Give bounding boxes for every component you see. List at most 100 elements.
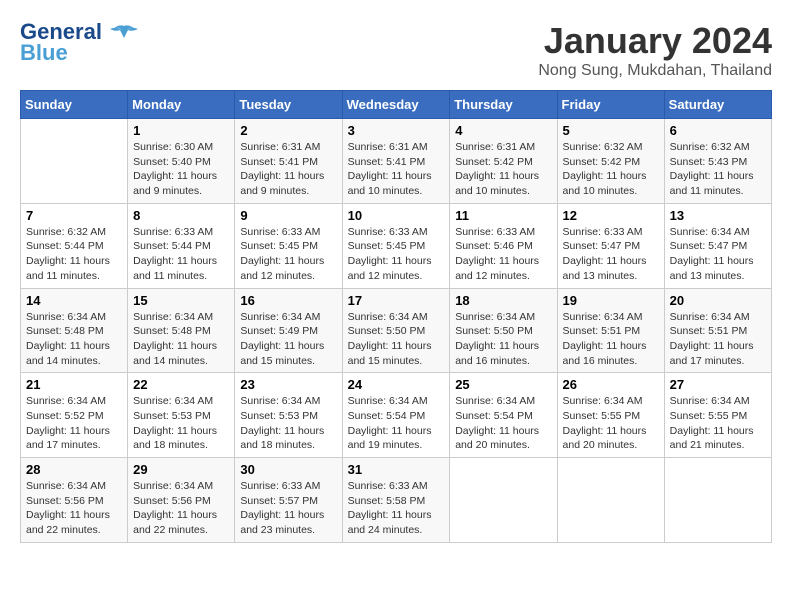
day-info: Sunrise: 6:33 AM Sunset: 5:46 PM Dayligh…	[455, 225, 551, 284]
calendar-cell: 12 Sunrise: 6:33 AM Sunset: 5:47 PM Dayli…	[557, 203, 664, 288]
calendar-cell: 5 Sunrise: 6:32 AM Sunset: 5:42 PM Daylig…	[557, 119, 664, 204]
day-number: 19	[563, 293, 659, 308]
calendar-cell: 2 Sunrise: 6:31 AM Sunset: 5:41 PM Daylig…	[235, 119, 342, 204]
calendar-cell: 4 Sunrise: 6:31 AM Sunset: 5:42 PM Daylig…	[450, 119, 557, 204]
page-header: General Blue January 2024 Nong Sung, Muk…	[20, 20, 772, 80]
calendar-cell: 19 Sunrise: 6:34 AM Sunset: 5:51 PM Dayli…	[557, 288, 664, 373]
weekday-header-tuesday: Tuesday	[235, 91, 342, 119]
day-number: 11	[455, 208, 551, 223]
day-number: 3	[348, 123, 445, 138]
day-number: 30	[240, 462, 336, 477]
day-number: 1	[133, 123, 229, 138]
day-number: 18	[455, 293, 551, 308]
day-info: Sunrise: 6:34 AM Sunset: 5:49 PM Dayligh…	[240, 310, 336, 369]
day-info: Sunrise: 6:33 AM Sunset: 5:45 PM Dayligh…	[240, 225, 336, 284]
day-info: Sunrise: 6:34 AM Sunset: 5:54 PM Dayligh…	[455, 394, 551, 453]
day-info: Sunrise: 6:30 AM Sunset: 5:40 PM Dayligh…	[133, 140, 229, 199]
calendar-cell: 18 Sunrise: 6:34 AM Sunset: 5:50 PM Dayli…	[450, 288, 557, 373]
day-info: Sunrise: 6:34 AM Sunset: 5:51 PM Dayligh…	[563, 310, 659, 369]
day-info: Sunrise: 6:34 AM Sunset: 5:56 PM Dayligh…	[133, 479, 229, 538]
day-info: Sunrise: 6:32 AM Sunset: 5:42 PM Dayligh…	[563, 140, 659, 199]
day-info: Sunrise: 6:34 AM Sunset: 5:50 PM Dayligh…	[455, 310, 551, 369]
day-number: 2	[240, 123, 336, 138]
calendar-cell: 9 Sunrise: 6:33 AM Sunset: 5:45 PM Daylig…	[235, 203, 342, 288]
day-info: Sunrise: 6:31 AM Sunset: 5:42 PM Dayligh…	[455, 140, 551, 199]
day-info: Sunrise: 6:31 AM Sunset: 5:41 PM Dayligh…	[240, 140, 336, 199]
day-info: Sunrise: 6:34 AM Sunset: 5:56 PM Dayligh…	[26, 479, 122, 538]
calendar-cell: 11 Sunrise: 6:33 AM Sunset: 5:46 PM Dayli…	[450, 203, 557, 288]
logo-bird-icon	[110, 24, 138, 42]
day-info: Sunrise: 6:34 AM Sunset: 5:51 PM Dayligh…	[670, 310, 766, 369]
day-number: 10	[348, 208, 445, 223]
day-info: Sunrise: 6:32 AM Sunset: 5:43 PM Dayligh…	[670, 140, 766, 199]
day-info: Sunrise: 6:34 AM Sunset: 5:52 PM Dayligh…	[26, 394, 122, 453]
day-info: Sunrise: 6:32 AM Sunset: 5:44 PM Dayligh…	[26, 225, 122, 284]
calendar-cell: 29Sunrise: 6:34 AM Sunset: 5:56 PM Dayli…	[128, 458, 235, 543]
calendar-cell: 27Sunrise: 6:34 AM Sunset: 5:55 PM Dayli…	[664, 373, 771, 458]
day-info: Sunrise: 6:34 AM Sunset: 5:55 PM Dayligh…	[563, 394, 659, 453]
calendar-cell: 24Sunrise: 6:34 AM Sunset: 5:54 PM Dayli…	[342, 373, 450, 458]
weekday-header-friday: Friday	[557, 91, 664, 119]
weekday-header-wednesday: Wednesday	[342, 91, 450, 119]
day-number: 7	[26, 208, 122, 223]
day-number: 28	[26, 462, 122, 477]
day-number: 6	[670, 123, 766, 138]
calendar-cell	[557, 458, 664, 543]
calendar-cell: 30 Sunrise: 6:33 AM Sunset: 5:57 PM Dayli…	[235, 458, 342, 543]
day-number: 24	[348, 377, 445, 392]
calendar-cell: 26 Sunrise: 6:34 AM Sunset: 5:55 PM Dayli…	[557, 373, 664, 458]
calendar-cell: 31Sunrise: 6:33 AM Sunset: 5:58 PM Dayli…	[342, 458, 450, 543]
calendar-cell: 6 Sunrise: 6:32 AM Sunset: 5:43 PM Daylig…	[664, 119, 771, 204]
calendar-cell: 21 Sunrise: 6:34 AM Sunset: 5:52 PM Dayli…	[21, 373, 128, 458]
calendar-cell: 25 Sunrise: 6:34 AM Sunset: 5:54 PM Dayli…	[450, 373, 557, 458]
day-info: Sunrise: 6:33 AM Sunset: 5:57 PM Dayligh…	[240, 479, 336, 538]
day-number: 13	[670, 208, 766, 223]
calendar-cell: 7 Sunrise: 6:32 AM Sunset: 5:44 PM Daylig…	[21, 203, 128, 288]
title-block: January 2024 Nong Sung, Mukdahan, Thaila…	[538, 20, 772, 80]
calendar-cell: 10 Sunrise: 6:33 AM Sunset: 5:45 PM Dayli…	[342, 203, 450, 288]
day-number: 14	[26, 293, 122, 308]
day-info: Sunrise: 6:34 AM Sunset: 5:48 PM Dayligh…	[26, 310, 122, 369]
day-number: 20	[670, 293, 766, 308]
month-title: January 2024	[538, 20, 772, 62]
day-info: Sunrise: 6:33 AM Sunset: 5:45 PM Dayligh…	[348, 225, 445, 284]
day-info: Sunrise: 6:34 AM Sunset: 5:48 PM Dayligh…	[133, 310, 229, 369]
calendar-week-1: 1 Sunrise: 6:30 AM Sunset: 5:40 PM Daylig…	[21, 119, 772, 204]
day-number: 9	[240, 208, 336, 223]
calendar-cell: 17Sunrise: 6:34 AM Sunset: 5:50 PM Dayli…	[342, 288, 450, 373]
day-number: 16	[240, 293, 336, 308]
calendar-cell: 23 Sunrise: 6:34 AM Sunset: 5:53 PM Dayli…	[235, 373, 342, 458]
weekday-header-monday: Monday	[128, 91, 235, 119]
calendar-week-5: 28 Sunrise: 6:34 AM Sunset: 5:56 PM Dayli…	[21, 458, 772, 543]
calendar-cell	[21, 119, 128, 204]
day-number: 26	[563, 377, 659, 392]
calendar-cell: 1 Sunrise: 6:30 AM Sunset: 5:40 PM Daylig…	[128, 119, 235, 204]
day-number: 21	[26, 377, 122, 392]
day-number: 23	[240, 377, 336, 392]
weekday-header-saturday: Saturday	[664, 91, 771, 119]
day-number: 4	[455, 123, 551, 138]
logo: General Blue	[20, 20, 138, 66]
calendar-cell: 3Sunrise: 6:31 AM Sunset: 5:41 PM Daylig…	[342, 119, 450, 204]
day-info: Sunrise: 6:34 AM Sunset: 5:50 PM Dayligh…	[348, 310, 445, 369]
day-number: 5	[563, 123, 659, 138]
day-info: Sunrise: 6:34 AM Sunset: 5:53 PM Dayligh…	[133, 394, 229, 453]
calendar-cell: 22 Sunrise: 6:34 AM Sunset: 5:53 PM Dayli…	[128, 373, 235, 458]
day-number: 22	[133, 377, 229, 392]
day-info: Sunrise: 6:33 AM Sunset: 5:47 PM Dayligh…	[563, 225, 659, 284]
day-number: 12	[563, 208, 659, 223]
calendar-cell: 8 Sunrise: 6:33 AM Sunset: 5:44 PM Daylig…	[128, 203, 235, 288]
day-number: 25	[455, 377, 551, 392]
calendar-cell: 16 Sunrise: 6:34 AM Sunset: 5:49 PM Dayli…	[235, 288, 342, 373]
day-info: Sunrise: 6:33 AM Sunset: 5:44 PM Dayligh…	[133, 225, 229, 284]
day-number: 8	[133, 208, 229, 223]
calendar-cell	[664, 458, 771, 543]
calendar-cell: 14 Sunrise: 6:34 AM Sunset: 5:48 PM Dayli…	[21, 288, 128, 373]
day-info: Sunrise: 6:34 AM Sunset: 5:47 PM Dayligh…	[670, 225, 766, 284]
day-info: Sunrise: 6:34 AM Sunset: 5:55 PM Dayligh…	[670, 394, 766, 453]
day-info: Sunrise: 6:34 AM Sunset: 5:53 PM Dayligh…	[240, 394, 336, 453]
calendar-cell: 13 Sunrise: 6:34 AM Sunset: 5:47 PM Dayli…	[664, 203, 771, 288]
weekday-header-thursday: Thursday	[450, 91, 557, 119]
day-number: 31	[348, 462, 445, 477]
location: Nong Sung, Mukdahan, Thailand	[538, 62, 772, 80]
